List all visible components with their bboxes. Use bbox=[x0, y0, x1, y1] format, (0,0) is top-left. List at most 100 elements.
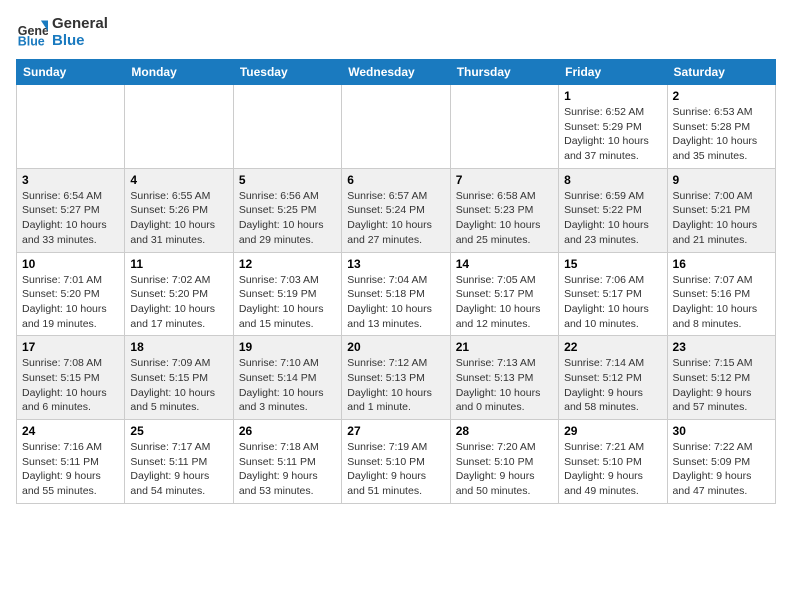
day-info: Sunrise: 7:12 AM Sunset: 5:13 PM Dayligh… bbox=[347, 356, 444, 415]
col-header-tuesday: Tuesday bbox=[233, 60, 341, 85]
day-number: 17 bbox=[22, 340, 119, 354]
day-number: 7 bbox=[456, 173, 553, 187]
calendar-cell bbox=[125, 85, 233, 169]
calendar-cell: 27 Sunrise: 7:19 AM Sunset: 5:10 PM Dayli… bbox=[342, 420, 450, 504]
day-number: 16 bbox=[673, 257, 770, 271]
calendar-cell: 12 Sunrise: 7:03 AM Sunset: 5:19 PM Dayli… bbox=[233, 252, 341, 336]
day-info: Sunrise: 7:22 AM Sunset: 5:09 PM Dayligh… bbox=[673, 440, 770, 499]
calendar-cell: 17 Sunrise: 7:08 AM Sunset: 5:15 PM Dayli… bbox=[17, 336, 125, 420]
calendar-cell: 15Sunrise: 7:06 AM Sunset: 5:17 PM Dayli… bbox=[559, 252, 667, 336]
day-number: 27 bbox=[347, 424, 444, 438]
calendar-cell: 18 Sunrise: 7:09 AM Sunset: 5:15 PM Dayli… bbox=[125, 336, 233, 420]
day-number: 14 bbox=[456, 257, 553, 271]
calendar-cell: 29Sunrise: 7:21 AM Sunset: 5:10 PM Dayli… bbox=[559, 420, 667, 504]
day-number: 4 bbox=[130, 173, 227, 187]
day-number: 15 bbox=[564, 257, 661, 271]
day-info: Sunrise: 6:56 AM Sunset: 5:25 PM Dayligh… bbox=[239, 189, 336, 248]
day-info: Sunrise: 7:01 AM Sunset: 5:20 PM Dayligh… bbox=[22, 273, 119, 332]
day-info: Sunrise: 7:20 AM Sunset: 5:10 PM Dayligh… bbox=[456, 440, 553, 499]
day-info: Sunrise: 7:14 AM Sunset: 5:12 PM Dayligh… bbox=[564, 356, 661, 415]
day-info: Sunrise: 7:00 AM Sunset: 5:21 PM Dayligh… bbox=[673, 189, 770, 248]
day-info: Sunrise: 6:58 AM Sunset: 5:23 PM Dayligh… bbox=[456, 189, 553, 248]
day-info: Sunrise: 6:55 AM Sunset: 5:26 PM Dayligh… bbox=[130, 189, 227, 248]
day-info: Sunrise: 7:10 AM Sunset: 5:14 PM Dayligh… bbox=[239, 356, 336, 415]
calendar-week-row: 10 Sunrise: 7:01 AM Sunset: 5:20 PM Dayli… bbox=[17, 252, 776, 336]
calendar-cell: 30 Sunrise: 7:22 AM Sunset: 5:09 PM Dayli… bbox=[667, 420, 775, 504]
calendar-cell: 28 Sunrise: 7:20 AM Sunset: 5:10 PM Dayli… bbox=[450, 420, 558, 504]
calendar-table: SundayMondayTuesdayWednesdayThursdayFrid… bbox=[16, 59, 776, 504]
day-number: 2 bbox=[673, 89, 770, 103]
day-number: 1 bbox=[564, 89, 661, 103]
col-header-wednesday: Wednesday bbox=[342, 60, 450, 85]
col-header-sunday: Sunday bbox=[17, 60, 125, 85]
day-number: 5 bbox=[239, 173, 336, 187]
day-info: Sunrise: 7:05 AM Sunset: 5:17 PM Dayligh… bbox=[456, 273, 553, 332]
calendar-cell: 19Sunrise: 7:10 AM Sunset: 5:14 PM Dayli… bbox=[233, 336, 341, 420]
calendar-cell: 9 Sunrise: 7:00 AM Sunset: 5:21 PM Daylig… bbox=[667, 168, 775, 252]
col-header-saturday: Saturday bbox=[667, 60, 775, 85]
logo-blue-text: Blue bbox=[52, 33, 108, 50]
calendar-cell: 6 Sunrise: 6:57 AM Sunset: 5:24 PM Daylig… bbox=[342, 168, 450, 252]
day-number: 12 bbox=[239, 257, 336, 271]
calendar-cell: 25 Sunrise: 7:17 AM Sunset: 5:11 PM Dayli… bbox=[125, 420, 233, 504]
calendar-cell: 8Sunrise: 6:59 AM Sunset: 5:22 PM Daylig… bbox=[559, 168, 667, 252]
day-number: 6 bbox=[347, 173, 444, 187]
day-number: 9 bbox=[673, 173, 770, 187]
day-info: Sunrise: 7:13 AM Sunset: 5:13 PM Dayligh… bbox=[456, 356, 553, 415]
calendar-week-row: 1Sunrise: 6:52 AM Sunset: 5:29 PM Daylig… bbox=[17, 85, 776, 169]
day-info: Sunrise: 7:19 AM Sunset: 5:10 PM Dayligh… bbox=[347, 440, 444, 499]
day-info: Sunrise: 7:16 AM Sunset: 5:11 PM Dayligh… bbox=[22, 440, 119, 499]
calendar-cell: 1Sunrise: 6:52 AM Sunset: 5:29 PM Daylig… bbox=[559, 85, 667, 169]
calendar-cell: 13 Sunrise: 7:04 AM Sunset: 5:18 PM Dayli… bbox=[342, 252, 450, 336]
page-header: General Blue General Blue bbox=[16, 16, 776, 49]
calendar-cell: 26Sunrise: 7:18 AM Sunset: 5:11 PM Dayli… bbox=[233, 420, 341, 504]
day-info: Sunrise: 6:59 AM Sunset: 5:22 PM Dayligh… bbox=[564, 189, 661, 248]
day-number: 24 bbox=[22, 424, 119, 438]
calendar-week-row: 24 Sunrise: 7:16 AM Sunset: 5:11 PM Dayli… bbox=[17, 420, 776, 504]
calendar-cell: 7 Sunrise: 6:58 AM Sunset: 5:23 PM Daylig… bbox=[450, 168, 558, 252]
logo-icon: General Blue bbox=[16, 17, 48, 49]
calendar-cell bbox=[17, 85, 125, 169]
calendar-header-row: SundayMondayTuesdayWednesdayThursdayFrid… bbox=[17, 60, 776, 85]
calendar-cell: 3 Sunrise: 6:54 AM Sunset: 5:27 PM Daylig… bbox=[17, 168, 125, 252]
day-info: Sunrise: 7:09 AM Sunset: 5:15 PM Dayligh… bbox=[130, 356, 227, 415]
calendar-cell: 11Sunrise: 7:02 AM Sunset: 5:20 PM Dayli… bbox=[125, 252, 233, 336]
calendar-cell bbox=[233, 85, 341, 169]
day-number: 30 bbox=[673, 424, 770, 438]
day-info: Sunrise: 7:02 AM Sunset: 5:20 PM Dayligh… bbox=[130, 273, 227, 332]
day-number: 22 bbox=[564, 340, 661, 354]
calendar-week-row: 3 Sunrise: 6:54 AM Sunset: 5:27 PM Daylig… bbox=[17, 168, 776, 252]
day-number: 29 bbox=[564, 424, 661, 438]
day-info: Sunrise: 6:53 AM Sunset: 5:28 PM Dayligh… bbox=[673, 105, 770, 164]
day-number: 25 bbox=[130, 424, 227, 438]
calendar-week-row: 17 Sunrise: 7:08 AM Sunset: 5:15 PM Dayli… bbox=[17, 336, 776, 420]
day-info: Sunrise: 7:07 AM Sunset: 5:16 PM Dayligh… bbox=[673, 273, 770, 332]
svg-text:Blue: Blue bbox=[18, 34, 45, 48]
day-info: Sunrise: 7:17 AM Sunset: 5:11 PM Dayligh… bbox=[130, 440, 227, 499]
day-info: Sunrise: 7:04 AM Sunset: 5:18 PM Dayligh… bbox=[347, 273, 444, 332]
day-number: 28 bbox=[456, 424, 553, 438]
day-number: 18 bbox=[130, 340, 227, 354]
day-info: Sunrise: 7:08 AM Sunset: 5:15 PM Dayligh… bbox=[22, 356, 119, 415]
calendar-cell: 24 Sunrise: 7:16 AM Sunset: 5:11 PM Dayli… bbox=[17, 420, 125, 504]
col-header-monday: Monday bbox=[125, 60, 233, 85]
calendar-cell: 21 Sunrise: 7:13 AM Sunset: 5:13 PM Dayli… bbox=[450, 336, 558, 420]
day-info: Sunrise: 7:03 AM Sunset: 5:19 PM Dayligh… bbox=[239, 273, 336, 332]
day-info: Sunrise: 6:54 AM Sunset: 5:27 PM Dayligh… bbox=[22, 189, 119, 248]
day-number: 10 bbox=[22, 257, 119, 271]
day-number: 21 bbox=[456, 340, 553, 354]
logo-general-text: General bbox=[52, 16, 108, 33]
calendar-cell: 20 Sunrise: 7:12 AM Sunset: 5:13 PM Dayli… bbox=[342, 336, 450, 420]
day-info: Sunrise: 6:57 AM Sunset: 5:24 PM Dayligh… bbox=[347, 189, 444, 248]
logo: General Blue General Blue bbox=[16, 16, 108, 49]
calendar-cell: 23Sunrise: 7:15 AM Sunset: 5:12 PM Dayli… bbox=[667, 336, 775, 420]
day-number: 3 bbox=[22, 173, 119, 187]
day-info: Sunrise: 7:15 AM Sunset: 5:12 PM Dayligh… bbox=[673, 356, 770, 415]
calendar-cell: 14 Sunrise: 7:05 AM Sunset: 5:17 PM Dayli… bbox=[450, 252, 558, 336]
calendar-cell: 2 Sunrise: 6:53 AM Sunset: 5:28 PM Daylig… bbox=[667, 85, 775, 169]
day-number: 13 bbox=[347, 257, 444, 271]
day-number: 20 bbox=[347, 340, 444, 354]
col-header-thursday: Thursday bbox=[450, 60, 558, 85]
calendar-cell: 5 Sunrise: 6:56 AM Sunset: 5:25 PM Daylig… bbox=[233, 168, 341, 252]
day-info: Sunrise: 7:18 AM Sunset: 5:11 PM Dayligh… bbox=[239, 440, 336, 499]
